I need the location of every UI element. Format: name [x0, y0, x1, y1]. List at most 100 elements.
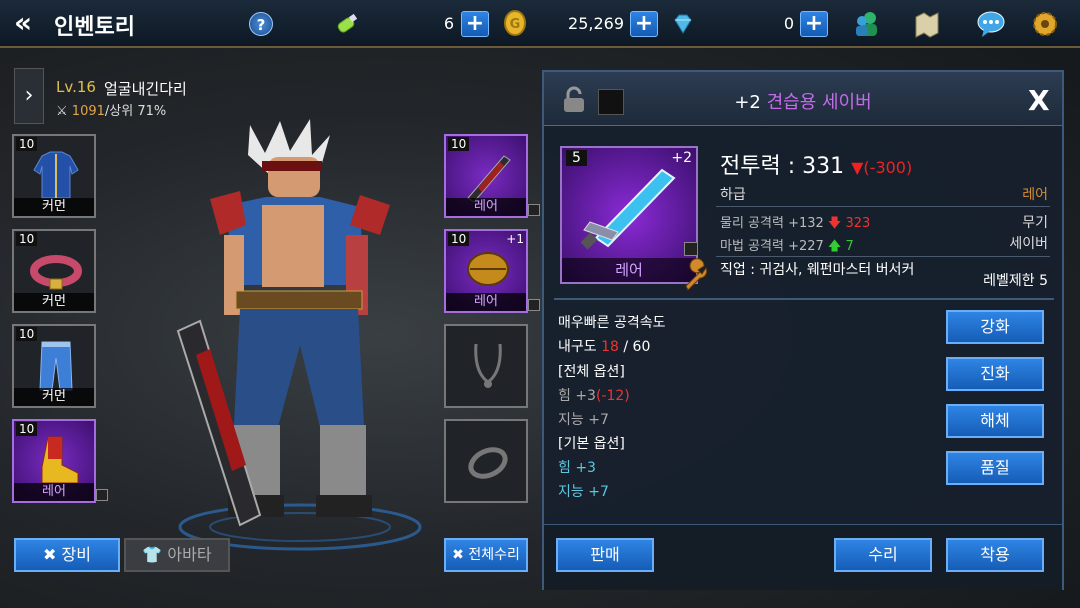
gold-value: 25,269 [568, 14, 624, 33]
character-power: 1091 [71, 104, 105, 119]
friends-icon[interactable] [852, 9, 882, 39]
durability-current: 18 [601, 339, 619, 355]
character-name: 얼굴내긴다리 [104, 80, 187, 98]
durability-label: 내구도 [558, 339, 602, 355]
durability-max: / 60 [618, 339, 651, 355]
jacket-icon [33, 151, 79, 199]
combat-power-diff: ▼(-300) [851, 158, 913, 177]
base-option-intelligence: 지능 +7 [558, 484, 609, 500]
necklace-icon [474, 343, 502, 388]
divider [716, 206, 1050, 207]
diamond-icon [674, 14, 692, 34]
slot-shoes[interactable]: 10 레어 [12, 419, 108, 503]
all-option-strength: 힘 +3 [558, 388, 596, 404]
item-rarity-caption: 레어 [562, 258, 696, 282]
physical-attack-compare: 323 [845, 216, 871, 231]
base-option-strength: 힘 +3 [558, 460, 596, 476]
map-icon[interactable] [912, 9, 942, 39]
divider [716, 256, 1050, 257]
character-figure [176, 119, 422, 551]
slot-rarity: 레어 [446, 198, 526, 216]
repair-all-button[interactable]: ✖ 전체수리 [444, 538, 528, 572]
help-button[interactable]: ? [249, 12, 273, 36]
item-type: 무기 [1022, 215, 1048, 231]
slot-checkbox[interactable] [528, 204, 540, 216]
pants-icon [39, 341, 73, 391]
stamina-value: 6 [443, 14, 454, 33]
close-button[interactable]: X [1028, 84, 1050, 117]
equipment-tab-label: 장비 [61, 545, 91, 564]
arrow-down-icon: 🡇 [827, 216, 842, 231]
all-options-title: [전체 옵션] [558, 364, 625, 380]
enhance-button[interactable]: 강화 [946, 310, 1044, 344]
dismantle-button[interactable]: 해체 [946, 404, 1044, 438]
wrench-icon[interactable] [680, 258, 714, 292]
item-rarity: 레어 [1022, 187, 1048, 203]
divider [554, 298, 1054, 300]
gem-value: 0 [783, 14, 794, 33]
slot-belt[interactable]: 10 커먼 [12, 229, 96, 313]
character-expand-button[interactable]: › [14, 68, 44, 124]
quality-button[interactable]: 품질 [946, 451, 1044, 485]
add-stamina-button[interactable]: + [461, 11, 489, 37]
item-grade: 하급 [720, 187, 746, 203]
sell-button[interactable]: 판매 [556, 538, 654, 572]
arrow-up-icon: 🡅 [827, 239, 842, 254]
combat-power-row: 전투력 : 331 ▼(-300) [720, 148, 912, 180]
back-button[interactable]: « [14, 8, 46, 40]
saber-icon [580, 168, 676, 250]
belt-icon [30, 255, 82, 290]
slot-weapon[interactable]: 10 레어 [444, 134, 540, 218]
slot-checkbox[interactable] [96, 489, 108, 501]
avatar-tab-button[interactable]: 👕 아바타 [124, 538, 230, 572]
item-name: 견습용 세이버 [766, 92, 872, 113]
item-detail-panel: +2 견습용 세이버 X 5 +2 레어 전투력 : 331 ▼(-300) 하… [542, 70, 1064, 590]
page-title: 인벤토리 [54, 15, 135, 40]
repair-all-label: 전체수리 [468, 547, 520, 563]
physical-attack: 물리 공격력 +132 [720, 216, 824, 231]
slot-rarity: 커먼 [14, 388, 94, 406]
combat-power: 전투력 : 331 [720, 154, 845, 179]
svg-text:G: G [510, 17, 521, 32]
base-options-title: [기본 옵션] [558, 436, 625, 452]
evolve-button[interactable]: 진화 [946, 357, 1044, 391]
slot-ring[interactable] [444, 419, 528, 503]
add-gem-button[interactable]: + [800, 11, 828, 37]
slot-rarity: 커먼 [14, 293, 94, 311]
character-level: Lv.16 [56, 78, 96, 96]
equipment-tab-button[interactable]: ✖ 장비 [14, 538, 120, 572]
sword-icon [467, 155, 511, 203]
helmet-icon [467, 252, 509, 286]
slot-necklace[interactable] [444, 324, 528, 408]
ring-icon [468, 447, 508, 479]
chat-icon[interactable] [976, 9, 1006, 39]
shirt-icon: 👕 [142, 545, 163, 564]
avatar-tab-label: 아바타 [167, 545, 212, 564]
slot-shoulder[interactable]: 10 +1 레어 [444, 229, 540, 313]
item-icon-frame: 5 +2 레어 [560, 146, 698, 284]
crossed-swords-icon: ✖ [43, 545, 57, 564]
item-job: 직업 : 귀검사, 웨펀마스터 버서커 [720, 262, 915, 278]
potion-icon [337, 13, 358, 33]
settings-gear-icon[interactable] [1030, 9, 1060, 39]
slot-pants[interactable]: 10 커먼 [12, 324, 96, 408]
repair-button[interactable]: 수리 [834, 538, 932, 572]
boots-icon [41, 436, 79, 484]
equip-item-button[interactable]: 착용 [946, 538, 1044, 572]
slot-rarity: 레어 [446, 293, 526, 311]
gold-coin-icon: G [504, 10, 526, 36]
item-enhance-level: +2 [734, 92, 761, 113]
slot-rarity: 레어 [14, 483, 94, 501]
slot-checkbox[interactable] [528, 299, 540, 311]
magic-attack-compare: 7 [845, 239, 854, 254]
all-option-strength-row: 힘 +3(-12) [558, 385, 630, 405]
crossed-swords-icon: ⚔ [56, 104, 72, 119]
wrench-icon: ✖ [452, 547, 464, 563]
add-gold-button[interactable]: + [630, 11, 658, 37]
durability-row: 내구도 18 / 60 [558, 336, 650, 356]
item-checkbox[interactable] [684, 242, 698, 256]
all-option-intelligence: 지능 +7 [558, 412, 609, 428]
item-title: +2 견습용 세이버 [544, 88, 1062, 114]
attack-speed: 매우빠른 공격속도 [558, 315, 666, 331]
slot-top[interactable]: 10 커먼 [12, 134, 96, 218]
